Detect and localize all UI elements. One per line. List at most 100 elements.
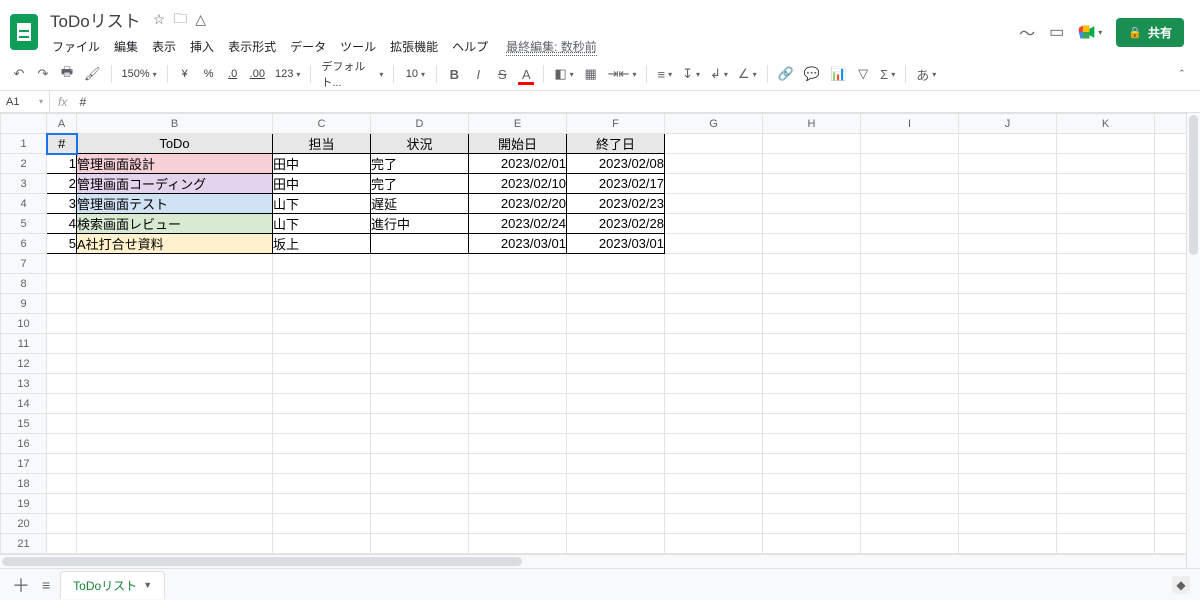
cell-F15[interactable] <box>567 414 665 434</box>
cloud-icon[interactable]: △ <box>195 11 206 28</box>
add-sheet-button[interactable]: ＋ <box>10 572 32 598</box>
cell-G17[interactable] <box>665 454 763 474</box>
cell-C7[interactable] <box>273 254 371 274</box>
row-header-9[interactable]: 9 <box>1 294 47 314</box>
cell-I4[interactable] <box>861 194 959 214</box>
all-sheets-button[interactable]: ≡ <box>42 577 50 593</box>
cell-H17[interactable] <box>763 454 861 474</box>
cell-I7[interactable] <box>861 254 959 274</box>
cell-G7[interactable] <box>665 254 763 274</box>
cell-C6[interactable]: 坂上 <box>273 234 371 254</box>
cell-F2[interactable]: 2023/02/08 <box>567 154 665 174</box>
cell-G20[interactable] <box>665 514 763 534</box>
v-align-button[interactable]: ↧ <box>678 62 704 86</box>
cell-E13[interactable] <box>469 374 567 394</box>
cell-H4[interactable] <box>763 194 861 214</box>
cell-K19[interactable] <box>1057 494 1155 514</box>
cell-H5[interactable] <box>763 214 861 234</box>
cell-A12[interactable] <box>47 354 77 374</box>
cell-K5[interactable] <box>1057 214 1155 234</box>
cell-G4[interactable] <box>665 194 763 214</box>
cell-E3[interactable]: 2023/02/10 <box>469 174 567 194</box>
cell-A7[interactable] <box>47 254 77 274</box>
cell-C20[interactable] <box>273 514 371 534</box>
col-header-I[interactable]: I <box>861 114 959 134</box>
cell-A1[interactable]: # <box>47 134 77 154</box>
cell-K15[interactable] <box>1057 414 1155 434</box>
cell-C19[interactable] <box>273 494 371 514</box>
star-icon[interactable]: ☆ <box>153 11 166 28</box>
cell-J2[interactable] <box>959 154 1057 174</box>
cell-C15[interactable] <box>273 414 371 434</box>
cell-J10[interactable] <box>959 314 1057 334</box>
row-header-3[interactable]: 3 <box>1 174 47 194</box>
cell-J8[interactable] <box>959 274 1057 294</box>
col-header-E[interactable]: E <box>469 114 567 134</box>
cell-D21[interactable] <box>371 534 469 554</box>
cell-A3[interactable]: 2 <box>47 174 77 194</box>
cell-K20[interactable] <box>1057 514 1155 534</box>
cell-C3[interactable]: 田中 <box>273 174 371 194</box>
cell-B1[interactable]: ToDo <box>77 134 273 154</box>
cell-G21[interactable] <box>665 534 763 554</box>
cell-G10[interactable] <box>665 314 763 334</box>
cell-G9[interactable] <box>665 294 763 314</box>
cell-I6[interactable] <box>861 234 959 254</box>
cell-G19[interactable] <box>665 494 763 514</box>
cell-F8[interactable] <box>567 274 665 294</box>
cell-H20[interactable] <box>763 514 861 534</box>
cell-B13[interactable] <box>77 374 273 394</box>
cell-B18[interactable] <box>77 474 273 494</box>
cell-C17[interactable] <box>273 454 371 474</box>
cell-I15[interactable] <box>861 414 959 434</box>
col-header-G[interactable]: G <box>665 114 763 134</box>
row-header-15[interactable]: 15 <box>1 414 47 434</box>
functions-button[interactable]: Σ <box>876 62 899 86</box>
cell-I19[interactable] <box>861 494 959 514</box>
cell-J4[interactable] <box>959 194 1057 214</box>
cell-I16[interactable] <box>861 434 959 454</box>
doc-title[interactable]: ToDoリスト <box>46 6 145 33</box>
cell-G2[interactable] <box>665 154 763 174</box>
formula-input[interactable] <box>75 91 1200 112</box>
cell-B10[interactable] <box>77 314 273 334</box>
cell-A8[interactable] <box>47 274 77 294</box>
cell-I11[interactable] <box>861 334 959 354</box>
cell-A17[interactable] <box>47 454 77 474</box>
cell-F10[interactable] <box>567 314 665 334</box>
move-icon[interactable]: 🗀 <box>173 8 187 32</box>
cell-D1[interactable]: 状況 <box>371 134 469 154</box>
col-header-K[interactable]: K <box>1057 114 1155 134</box>
cell-K2[interactable] <box>1057 154 1155 174</box>
cell-E7[interactable] <box>469 254 567 274</box>
cell-G15[interactable] <box>665 414 763 434</box>
cell-B3[interactable]: 管理画面コーディング <box>77 174 273 194</box>
undo-button[interactable]: ↶ <box>8 62 30 86</box>
cell-F7[interactable] <box>567 254 665 274</box>
menu-4[interactable]: 表示形式 <box>222 35 282 58</box>
cell-B17[interactable] <box>77 454 273 474</box>
cell-A13[interactable] <box>47 374 77 394</box>
redo-button[interactable]: ↷ <box>32 62 54 86</box>
strike-button[interactable]: S <box>491 62 513 86</box>
cell-F21[interactable] <box>567 534 665 554</box>
cell-D10[interactable] <box>371 314 469 334</box>
row-header-8[interactable]: 8 <box>1 274 47 294</box>
cell-E18[interactable] <box>469 474 567 494</box>
cell-J14[interactable] <box>959 394 1057 414</box>
cell-C1[interactable]: 担当 <box>273 134 371 154</box>
cell-K14[interactable] <box>1057 394 1155 414</box>
cell-D18[interactable] <box>371 474 469 494</box>
cell-I13[interactable] <box>861 374 959 394</box>
row-header-4[interactable]: 4 <box>1 194 47 214</box>
explore-button[interactable]: ◆ <box>1172 576 1190 594</box>
cell-B19[interactable] <box>77 494 273 514</box>
cell-I17[interactable] <box>861 454 959 474</box>
cell-H1[interactable] <box>763 134 861 154</box>
menu-1[interactable]: 編集 <box>108 35 144 58</box>
cell-D9[interactable] <box>371 294 469 314</box>
cell-B2[interactable]: 管理画面設計 <box>77 154 273 174</box>
vertical-scrollbar[interactable] <box>1186 113 1200 568</box>
history-icon[interactable]: 〜 <box>1019 20 1035 44</box>
cell-D19[interactable] <box>371 494 469 514</box>
